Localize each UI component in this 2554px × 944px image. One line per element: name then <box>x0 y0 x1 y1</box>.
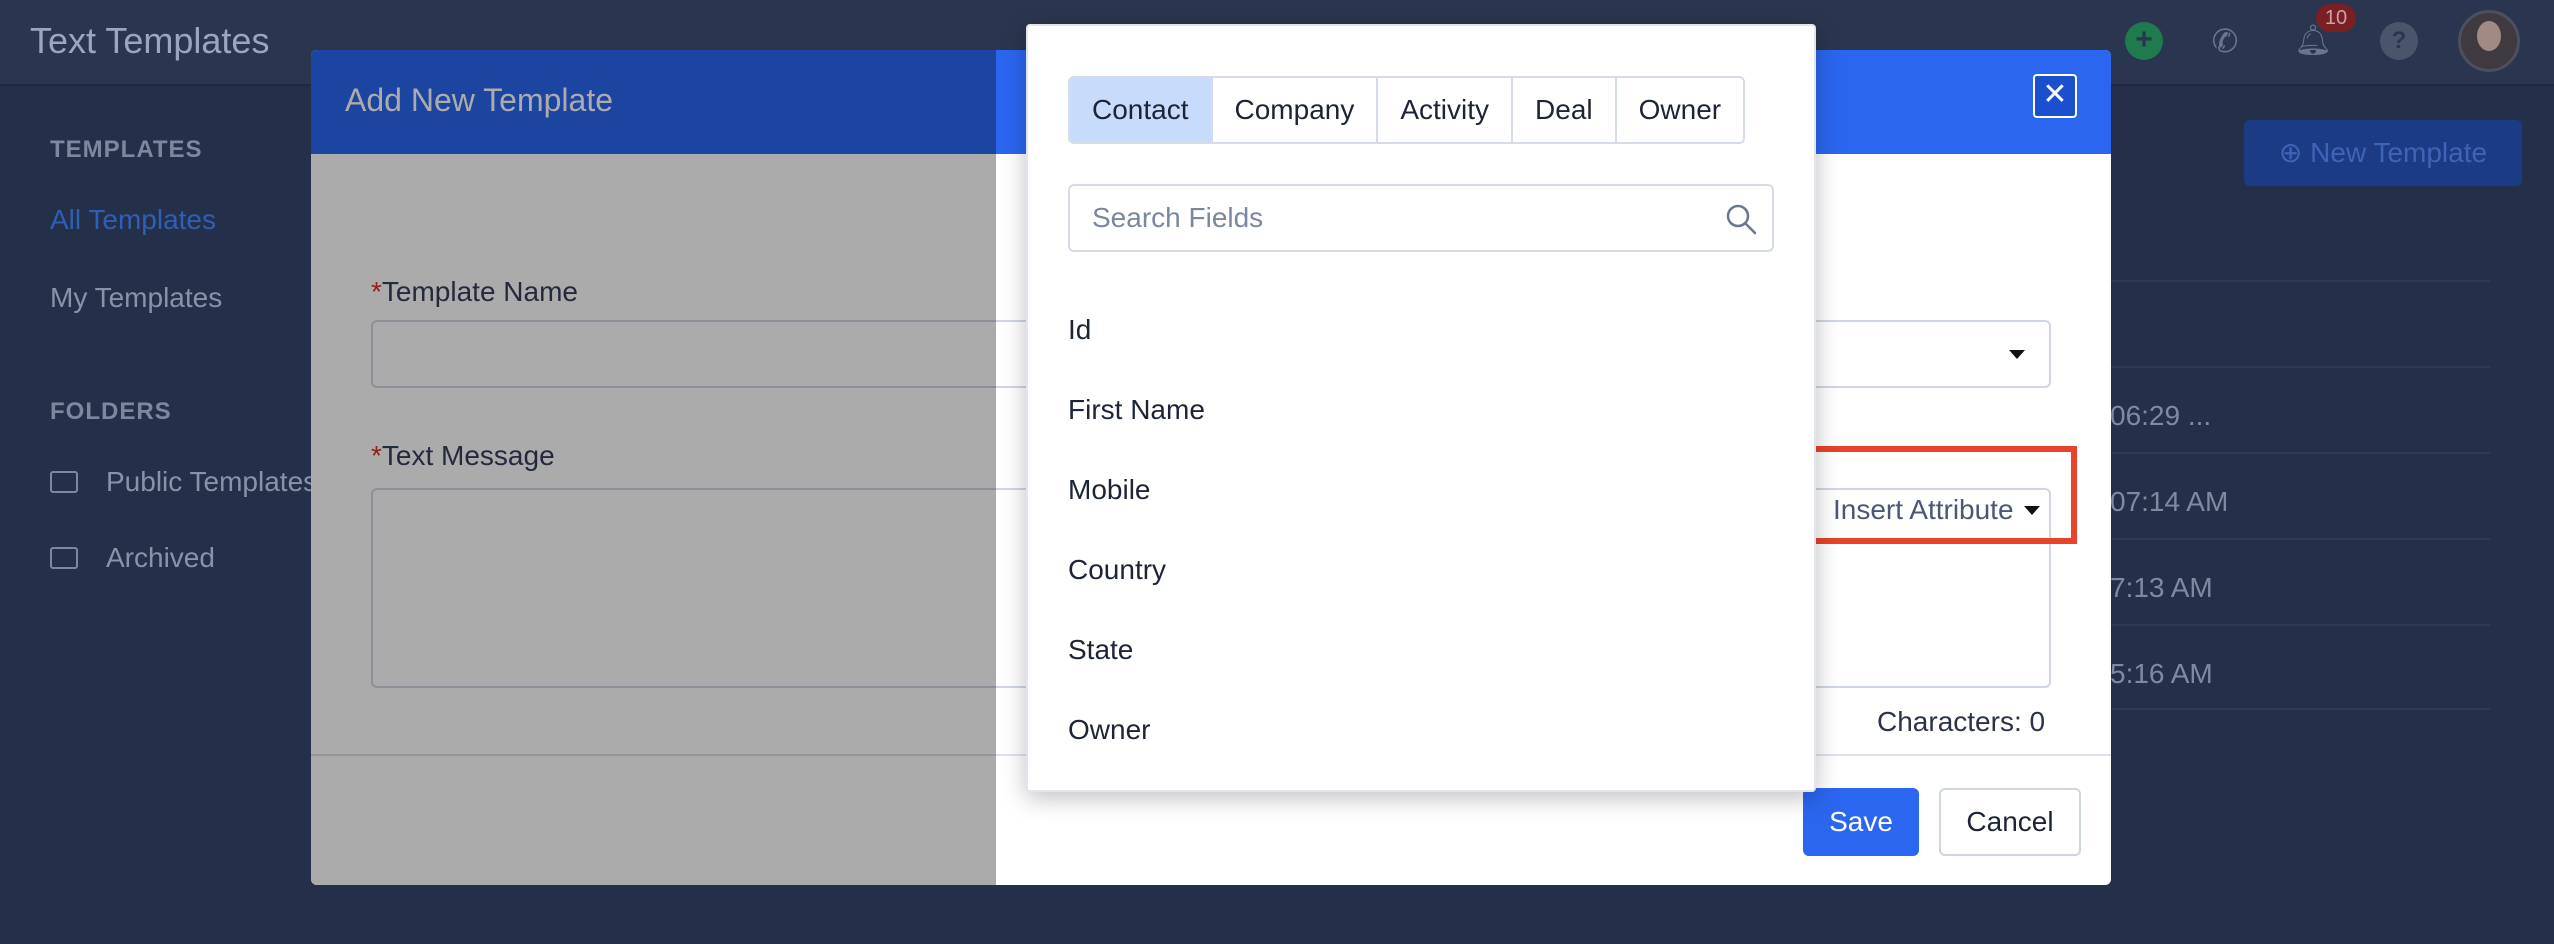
close-icon: ✕ <box>2042 78 2068 111</box>
modal-overlay-shade <box>311 50 996 885</box>
save-button[interactable]: Save <box>1803 788 1919 856</box>
character-count: Characters: 0 <box>1877 706 2046 737</box>
avatar[interactable] <box>2458 10 2520 72</box>
tab-deal[interactable]: Deal <box>1511 78 1615 142</box>
tab-company[interactable]: Company <box>1210 78 1377 142</box>
field-item-state[interactable]: State <box>1068 632 1774 712</box>
field-item-owner[interactable]: Owner <box>1068 712 1774 792</box>
table-row: 07:14 AM <box>2106 452 2490 538</box>
sidebar-item-all-templates[interactable]: All Templates <box>50 204 216 236</box>
sidebar: TEMPLATES All Templates My Templates FOL… <box>0 88 320 944</box>
search-box <box>1068 184 1774 252</box>
notification-badge: 10 <box>2316 4 2356 32</box>
table-row: 06:29 ... <box>2106 366 2490 452</box>
sidebar-item-public-templates[interactable]: Public Templates <box>50 466 317 498</box>
tab-activity[interactable]: Activity <box>1376 78 1512 142</box>
table-row: 7:13 AM <box>2106 538 2490 624</box>
field-item-country[interactable]: Country <box>1068 552 1774 632</box>
help-icon[interactable]: ? <box>2380 22 2418 60</box>
phone-icon[interactable]: ✆ <box>2206 22 2244 60</box>
tab-owner[interactable]: Owner <box>1614 78 1744 142</box>
archive-icon <box>50 547 78 569</box>
sidebar-item-label: Public Templates <box>106 466 318 497</box>
sidebar-item-archived[interactable]: Archived <box>50 542 215 574</box>
folders-heading: FOLDERS <box>50 398 172 425</box>
table-row: 5:16 AM <box>2106 624 2490 710</box>
field-item-id[interactable]: Id <box>1068 312 1774 392</box>
field-item-first-name[interactable]: First Name <box>1068 392 1774 472</box>
folder-icon <box>50 471 78 493</box>
new-template-button[interactable]: ⊕ New Template <box>2244 120 2522 186</box>
new-template-label: New Template <box>2310 137 2488 168</box>
app-title: Text Templates <box>30 20 270 61</box>
attribute-dropdown: Contact Company Activity Deal Owner Id F… <box>1026 24 1816 792</box>
tab-contact[interactable]: Contact <box>1070 78 1211 142</box>
field-list: Id First Name Mobile Country State Owner <box>1068 312 1774 792</box>
cancel-button[interactable]: Cancel <box>1939 788 2081 856</box>
search-icon[interactable] <box>1724 202 1758 236</box>
table-row <box>2106 280 2490 366</box>
field-item-mobile[interactable]: Mobile <box>1068 472 1774 552</box>
add-icon[interactable]: + <box>2125 22 2163 60</box>
templates-heading: TEMPLATES <box>50 136 203 163</box>
sidebar-item-label: Archived <box>106 542 215 573</box>
close-button[interactable]: ✕ <box>2033 74 2077 118</box>
search-input[interactable] <box>1092 202 1692 234</box>
highlight-box <box>1787 446 2077 544</box>
chevron-down-icon[interactable] <box>2009 350 2025 359</box>
attribute-tabs: Contact Company Activity Deal Owner <box>1068 76 1746 144</box>
sidebar-item-my-templates[interactable]: My Templates <box>50 282 222 314</box>
